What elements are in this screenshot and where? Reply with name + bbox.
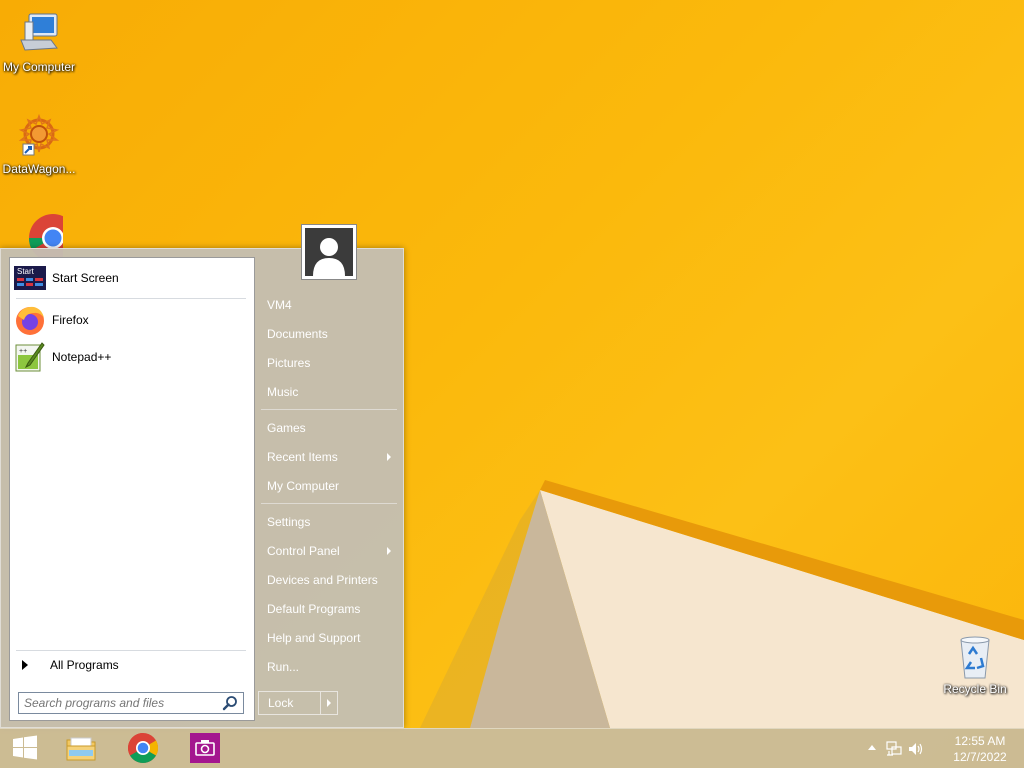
- taskbar-camera-app[interactable]: [180, 731, 230, 767]
- menu-item-label: Devices and Printers: [267, 573, 378, 587]
- menu-item-run[interactable]: Run...: [259, 654, 399, 680]
- search-icon[interactable]: [222, 695, 238, 711]
- menu-item-pictures[interactable]: Pictures: [259, 350, 399, 376]
- menu-item-label: Control Panel: [267, 544, 340, 558]
- programs-pane: Start Start Screen Firefox ++ Notepad++ …: [9, 257, 255, 721]
- folder-icon: [65, 732, 97, 767]
- program-label: Start Screen: [52, 271, 119, 285]
- menu-item-recent-items[interactable]: Recent Items: [259, 444, 399, 470]
- menu-item-label: Recent Items: [267, 450, 338, 464]
- menu-item-user-folder[interactable]: VM4: [259, 292, 399, 318]
- submenu-arrow-icon: [387, 453, 391, 461]
- datawagon-icon: [15, 112, 63, 160]
- menu-item-music[interactable]: Music: [259, 379, 399, 405]
- separator: [16, 298, 246, 299]
- taskbar: 12:55 AM 12/7/2022: [0, 728, 1024, 768]
- recycle-bin-icon: [951, 632, 999, 680]
- show-hidden-icons-icon[interactable]: [868, 745, 876, 750]
- lock-label: Lock: [259, 692, 321, 714]
- desktop-icon-my-computer[interactable]: My Computer: [0, 10, 78, 74]
- clock-date: 12/7/2022: [953, 750, 1007, 764]
- menu-item-settings[interactable]: Settings: [259, 509, 399, 535]
- power-options-arrow-icon[interactable]: [327, 699, 331, 707]
- program-start-screen[interactable]: Start Start Screen: [14, 260, 252, 296]
- separator: [261, 409, 397, 410]
- start-menu: Start Start Screen Firefox ++ Notepad++ …: [0, 224, 404, 728]
- lock-button[interactable]: Lock: [258, 691, 338, 715]
- chrome-icon: [127, 732, 159, 767]
- desktop-icon-label: DataWagon...: [2, 162, 76, 176]
- menu-item-label: Games: [267, 421, 306, 435]
- search-box[interactable]: [18, 692, 244, 714]
- network-icon[interactable]: [886, 741, 902, 760]
- windows-logo-icon: [11, 734, 39, 765]
- search-input[interactable]: [24, 694, 224, 712]
- menu-item-label: Music: [267, 385, 299, 399]
- start-screen-icon: Start: [14, 262, 46, 294]
- notepadpp-icon: ++: [14, 341, 46, 373]
- menu-item-label: Default Programs: [267, 602, 361, 616]
- clock[interactable]: 12:55 AM 12/7/2022: [950, 733, 1010, 765]
- separator: [16, 650, 246, 651]
- program-label: Firefox: [52, 313, 89, 327]
- user-avatar[interactable]: [301, 224, 357, 280]
- menu-item-label: VM4: [267, 298, 292, 312]
- menu-item-label: Help and Support: [267, 631, 361, 645]
- all-programs-button[interactable]: All Programs: [20, 655, 246, 675]
- computer-icon: [15, 10, 63, 58]
- system-tray: 12:55 AM 12/7/2022: [864, 729, 1024, 768]
- clock-time: 12:55 AM: [954, 734, 1006, 748]
- submenu-arrow-icon: [387, 547, 391, 555]
- camera-icon: [189, 732, 221, 767]
- volume-icon[interactable]: [908, 741, 924, 760]
- program-firefox[interactable]: Firefox: [14, 302, 252, 338]
- separator: [261, 503, 397, 504]
- start-button[interactable]: [0, 731, 50, 767]
- program-notepadpp[interactable]: ++ Notepad++: [14, 339, 252, 375]
- menu-item-label: Run...: [267, 660, 300, 674]
- menu-item-documents[interactable]: Documents: [259, 321, 399, 347]
- menu-item-label: Pictures: [267, 356, 311, 370]
- program-label: Notepad++: [52, 350, 112, 364]
- expand-arrow-icon: [22, 660, 28, 670]
- taskbar-file-explorer[interactable]: [56, 731, 106, 767]
- menu-item-label: Settings: [267, 515, 311, 529]
- menu-item-my-computer[interactable]: My Computer: [259, 473, 399, 499]
- start-badge-text: Start: [17, 267, 34, 276]
- svg-text:++: ++: [19, 348, 27, 355]
- menu-item-games[interactable]: Games: [259, 415, 399, 441]
- menu-item-label: My Computer: [267, 479, 340, 493]
- menu-item-control-panel[interactable]: Control Panel: [259, 538, 399, 564]
- taskbar-chrome[interactable]: [118, 731, 168, 767]
- user-icon: [305, 228, 353, 276]
- all-programs-label: All Programs: [50, 658, 119, 672]
- desktop-icon-recycle-bin[interactable]: Recycle Bin: [936, 632, 1014, 696]
- desktop-icon-label: Recycle Bin: [943, 682, 1007, 696]
- menu-item-default-programs[interactable]: Default Programs: [259, 596, 399, 622]
- desktop-icon-datawagon[interactable]: DataWagon...: [0, 112, 78, 176]
- menu-item-label: Documents: [267, 327, 328, 341]
- firefox-icon: [14, 304, 46, 336]
- menu-item-help-support[interactable]: Help and Support: [259, 625, 399, 651]
- menu-item-devices-printers[interactable]: Devices and Printers: [259, 567, 399, 593]
- desktop-icon-label: My Computer: [2, 60, 76, 74]
